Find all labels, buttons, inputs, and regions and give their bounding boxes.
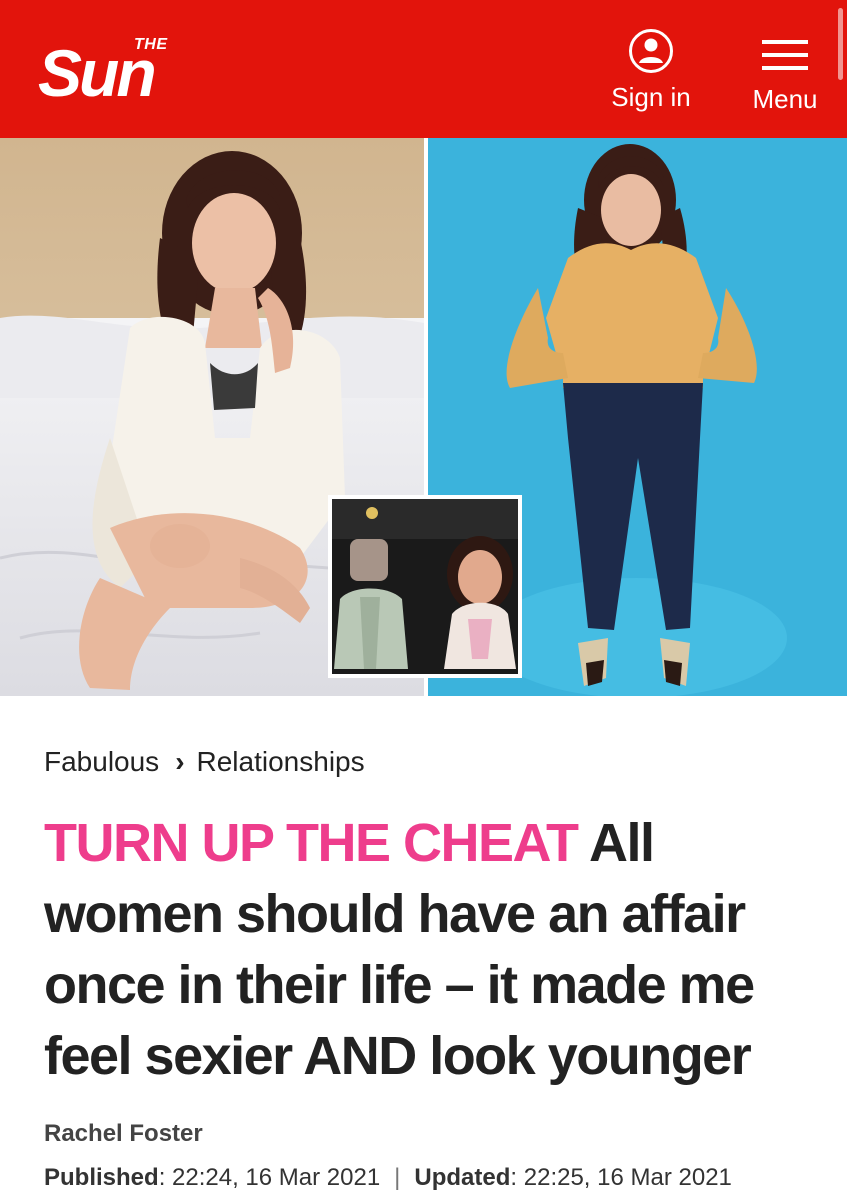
breadcrumb: Fabulous › Relationships [44, 746, 365, 778]
logo-sun: Sun [38, 36, 157, 110]
published-date: : 22:24, 16 Mar 2021 [158, 1164, 381, 1191]
menu-label: Menu [752, 84, 818, 114]
hero-image [0, 138, 847, 696]
updated-date: : 22:25, 16 Mar 2021 [510, 1164, 732, 1191]
site-header: THE Sun Sign in Menu [0, 0, 847, 138]
inset-photo [328, 495, 522, 678]
updated-label: Updated [414, 1164, 511, 1191]
breadcrumb-fabulous[interactable]: Fabulous [44, 746, 159, 777]
article-headline: TURN UP THE CHEAT All women should have … [44, 808, 824, 1092]
hamburger-icon [762, 40, 808, 70]
user-circle-icon [629, 29, 673, 73]
author-byline[interactable]: Rachel Foster [44, 1120, 203, 1148]
date-separator: | [394, 1164, 401, 1191]
published-label: Published [44, 1164, 159, 1191]
chevron-right-icon: › [175, 746, 185, 777]
sign-in-label: Sign in [611, 82, 691, 112]
article-dates: Published: 22:24, 16 Mar 2021 | Updated: 2… [44, 1164, 732, 1192]
breadcrumb-relationships[interactable]: Relationships [197, 746, 365, 777]
scrollbar[interactable] [838, 8, 843, 80]
sun-logo[interactable]: THE Sun [38, 36, 238, 108]
sign-in-button[interactable]: Sign in [596, 28, 706, 118]
headline-kicker: TURN UP THE CHEAT [44, 813, 579, 873]
menu-button[interactable]: Menu [742, 32, 828, 118]
